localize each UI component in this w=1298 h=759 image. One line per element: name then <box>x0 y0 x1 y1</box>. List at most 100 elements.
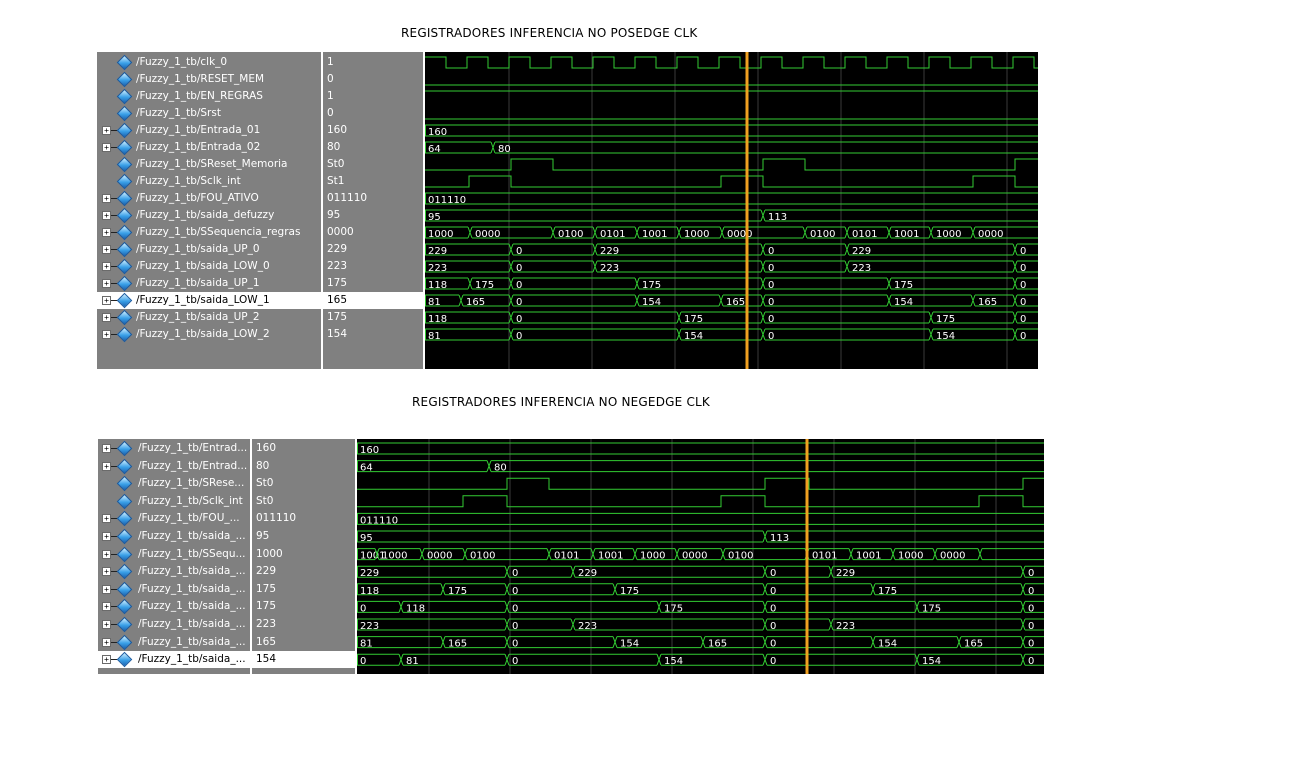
bus-value-label: 0 <box>770 586 776 597</box>
signal-row[interactable]: /Fuzzy_1_tb/EN_REGRAS <box>97 88 321 105</box>
bus-value-label: 165 <box>708 639 727 650</box>
signal-value-pane: 1 0 1 0 160 80 St0 St1 011110 95 0000 229 223 175 165 1… <box>323 52 423 369</box>
bus-transition <box>914 601 920 613</box>
signal-row[interactable]: /Fuzzy_1_tb/Srst <box>97 105 321 122</box>
signal-value-row: 1000 <box>252 546 355 563</box>
expand-icon[interactable]: + <box>102 549 111 559</box>
bus-transition <box>676 226 682 239</box>
bus-transition <box>486 460 492 472</box>
bus-value-label: 118 <box>406 603 425 614</box>
expand-icon[interactable]: + <box>102 532 111 541</box>
bus-transition <box>504 636 510 648</box>
signal-row[interactable]: + /Fuzzy_1_tb/saida_LOW_2 <box>97 326 321 343</box>
expand-icon[interactable]: + <box>102 602 111 612</box>
waveform-pane[interactable]: 160 64 80 011110 95 113 1001 1000 0000 0100 0101 10… <box>357 439 1044 674</box>
bus-value-label: 0 <box>1020 263 1026 274</box>
bus-transition <box>504 601 510 613</box>
signal-value-row: 011110 <box>252 510 355 527</box>
signal-name: /Fuzzy_1_tb/Entrad... <box>138 442 248 454</box>
expand-icon[interactable]: + <box>102 637 111 647</box>
signal-row[interactable]: + /Fuzzy_1_tb/saida_... <box>98 616 250 633</box>
expand-icon[interactable]: + <box>102 620 111 629</box>
bus-waveform: 011110 <box>425 192 1038 206</box>
signal-row[interactable]: + /Fuzzy_1_tb/saida_UP_0 <box>97 241 321 258</box>
signal-row[interactable]: /Fuzzy_1_tb/clk_0 <box>97 54 321 71</box>
signal-row[interactable]: + /Fuzzy_1_tb/Entrada_01 <box>97 122 321 139</box>
bus-waveform: 64 80 <box>425 141 1038 155</box>
expand-icon[interactable]: + <box>102 126 111 135</box>
bus-value-label: 0 <box>1020 331 1026 342</box>
bus-value-label: 154 <box>664 656 683 667</box>
signal-row[interactable]: + /Fuzzy_1_tb/SSequ... <box>98 546 250 563</box>
bus-transition <box>592 226 598 239</box>
signal-row[interactable]: /Fuzzy_1_tb/RESET_MEM <box>97 71 321 88</box>
bus-transition <box>844 243 850 256</box>
expand-icon[interactable]: + <box>102 461 111 471</box>
expand-icon[interactable]: + <box>102 514 111 524</box>
bus-value-label: 0 <box>512 656 518 667</box>
signal-name: /Fuzzy_1_tb/saida_... <box>138 600 246 613</box>
signal-row[interactable]: + /Fuzzy_1_tb/FOU_ATIVO <box>97 190 321 207</box>
bus-value-label: 154 <box>620 639 639 650</box>
signal-row[interactable]: /Fuzzy_1_tb/Sclk_int <box>98 493 250 510</box>
bus-value-label: 229 <box>428 246 447 257</box>
signal-row[interactable]: + /Fuzzy_1_tb/saida_LOW_0 <box>97 258 321 275</box>
expand-icon[interactable]: + <box>102 584 111 594</box>
bus-transition <box>419 548 425 560</box>
bus-waveform: 118 175 0 175 0 175 0 <box>425 277 1038 291</box>
signal-name: /Fuzzy_1_tb/SSequ... <box>138 547 246 560</box>
signal-row[interactable]: + /Fuzzy_1_tb/saida_... <box>98 651 250 669</box>
signal-row[interactable]: + /Fuzzy_1_tb/saida_... <box>98 598 250 615</box>
expand-icon[interactable]: + <box>102 143 111 152</box>
expand-icon[interactable]: + <box>102 262 111 271</box>
signal-name: /Fuzzy_1_tb/saida_LOW_2 <box>136 328 270 340</box>
signal-row[interactable]: + /Fuzzy_1_tb/saida_defuzzy <box>97 207 321 224</box>
waveform-pane[interactable]: 160 64 80 011110 95 113 1000 0000 0100 0101 1001 10… <box>425 52 1038 369</box>
signal-row[interactable]: + /Fuzzy_1_tb/FOU_... <box>98 510 250 527</box>
waveform-canvas: 16064 8001111095 11310011000 0000 0100 0101 10… <box>357 439 1044 674</box>
signal-value: 80 <box>256 459 270 472</box>
expand-icon[interactable]: + <box>102 655 111 665</box>
bus-value-label: 1000 <box>936 229 961 240</box>
expand-icon[interactable]: + <box>102 330 111 339</box>
signal-row[interactable]: + /Fuzzy_1_tb/Entrad... <box>98 458 250 475</box>
expand-icon[interactable]: + <box>102 245 111 254</box>
bus-transition <box>570 566 576 578</box>
bus-transition <box>508 328 514 341</box>
signal-row[interactable]: + /Fuzzy_1_tb/Entrada_02 <box>97 139 321 156</box>
signal-diamond-icon <box>116 634 133 650</box>
signal-row[interactable]: + /Fuzzy_1_tb/saida_LOW_1 <box>97 292 321 309</box>
signal-value: 175 <box>327 311 348 323</box>
signal-row[interactable]: + /Fuzzy_1_tb/saida_... <box>98 528 250 545</box>
signal-name: /Fuzzy_1_tb/saida_... <box>138 635 246 648</box>
bus-value-label: 0 <box>768 280 774 291</box>
expand-icon[interactable]: + <box>102 444 111 453</box>
signal-row[interactable]: + /Fuzzy_1_tb/saida_UP_1 <box>97 275 321 292</box>
signal-value: 011110 <box>327 192 368 204</box>
signal-value: 1 <box>327 56 334 68</box>
expand-icon[interactable]: + <box>102 313 111 322</box>
bus-transition <box>508 277 514 290</box>
bus-transition <box>928 328 934 341</box>
expand-icon[interactable]: + <box>102 194 111 203</box>
expand-icon[interactable]: + <box>102 228 111 237</box>
signal-row[interactable]: + /Fuzzy_1_tb/saida_... <box>98 581 250 598</box>
signal-row[interactable]: + /Fuzzy_1_tb/Entrad... <box>98 440 250 457</box>
signal-row[interactable]: /Fuzzy_1_tb/Sclk_int <box>97 173 321 190</box>
expand-icon[interactable]: + <box>102 567 111 577</box>
expand-icon[interactable]: + <box>102 279 111 288</box>
signal-row[interactable]: /Fuzzy_1_tb/SRese... <box>98 475 250 492</box>
signal-value-row: 1 <box>323 88 423 105</box>
signal-row[interactable]: /Fuzzy_1_tb/SReset_Memoria <box>97 156 321 173</box>
signal-row[interactable]: + /Fuzzy_1_tb/saida_... <box>98 634 250 651</box>
signal-value: 95 <box>327 209 341 221</box>
bus-transition <box>760 311 766 324</box>
signal-row[interactable]: + /Fuzzy_1_tb/SSequencia_regras <box>97 224 321 241</box>
expand-icon[interactable]: + <box>102 296 111 305</box>
signal-row[interactable]: + /Fuzzy_1_tb/saida_UP_2 <box>97 309 321 326</box>
bus-waveform: 0 118 0 175 0 175 0 <box>357 600 1044 614</box>
expand-icon[interactable]: + <box>102 211 111 220</box>
signal-row[interactable]: + /Fuzzy_1_tb/saida_... <box>98 563 250 580</box>
bus-transition <box>508 243 514 256</box>
bus-value-label: 0 <box>516 280 522 291</box>
